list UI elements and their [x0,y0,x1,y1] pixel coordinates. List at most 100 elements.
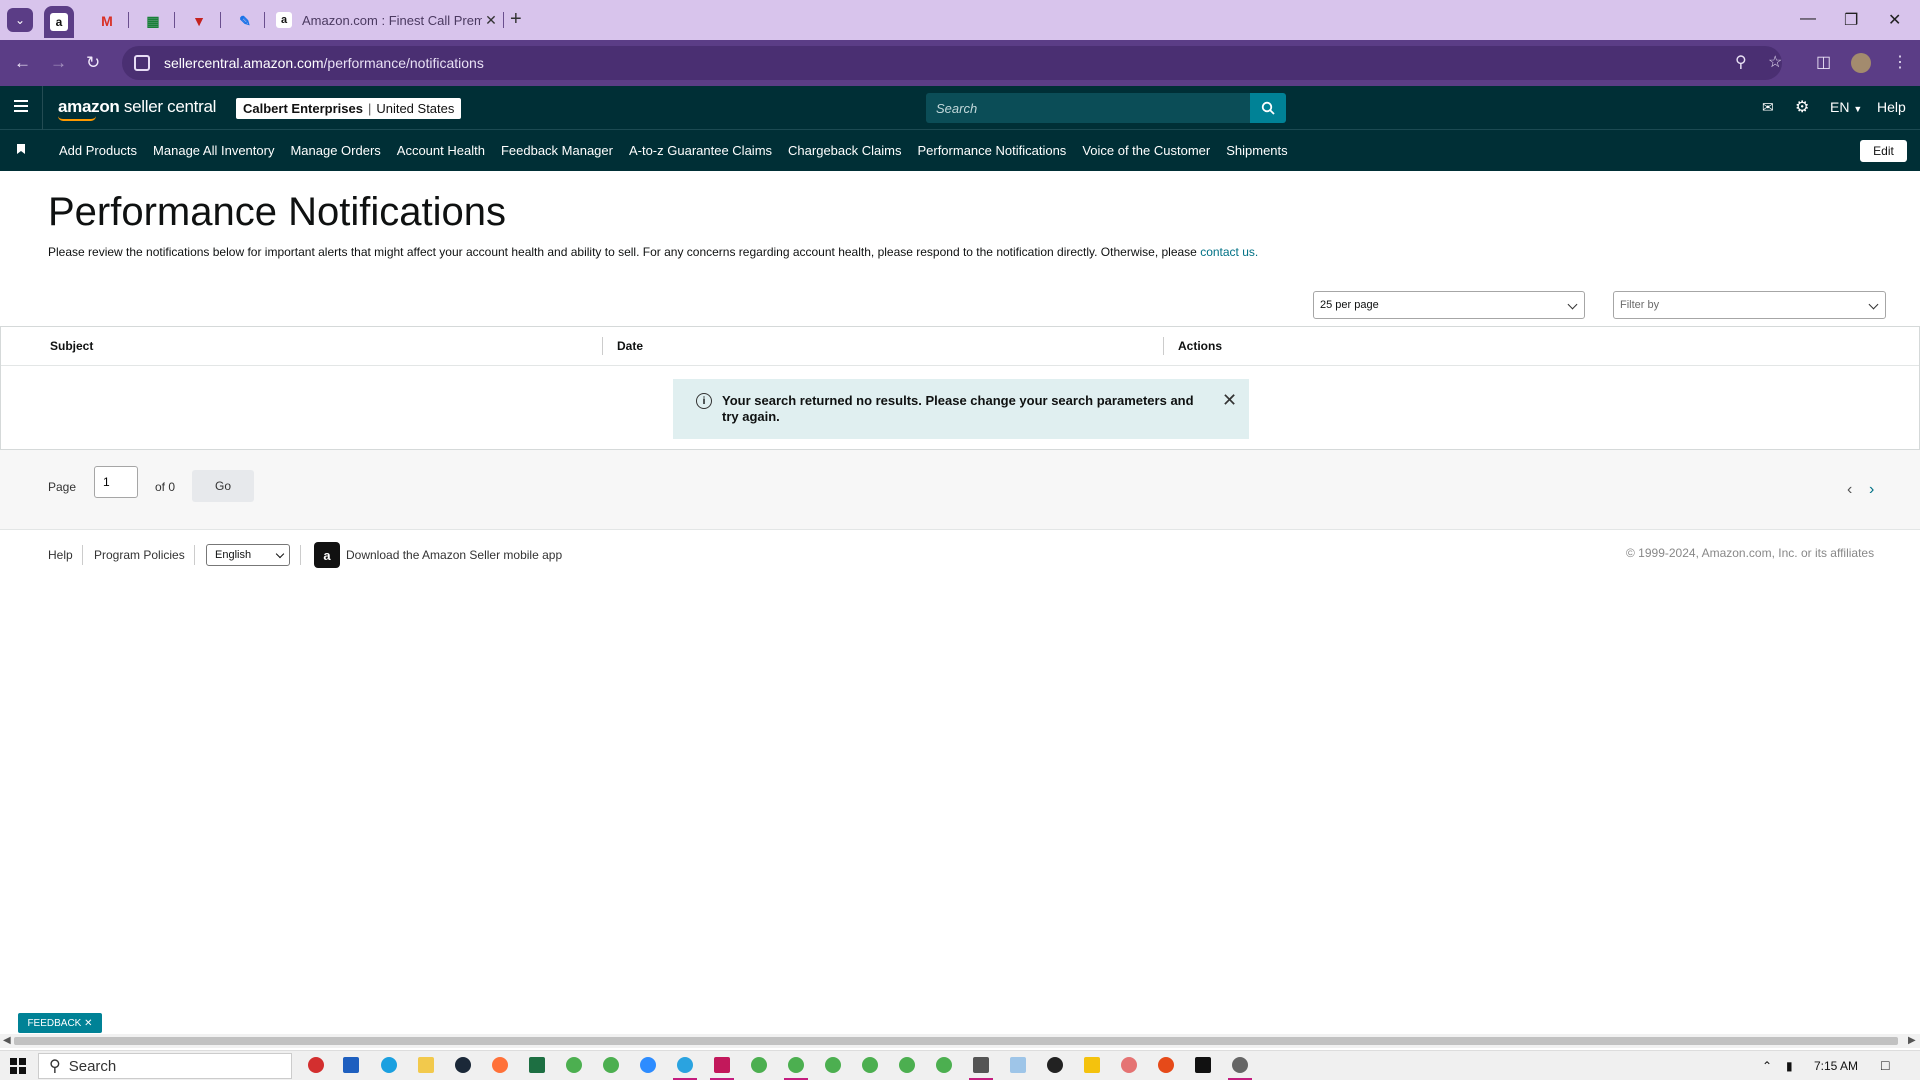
chrome-icon[interactable] [899,1057,915,1073]
mail-icon[interactable]: ✉ [1762,99,1774,116]
amazon-tab-icon[interactable]: a [44,6,74,38]
nav-shipments[interactable]: Shipments [1226,143,1287,158]
active-tab[interactable]: a Amazon.com : Finest Call Prem ✕ [268,8,500,32]
restore-icon[interactable]: ❐ [1844,10,1858,30]
battery-icon[interactable]: ▮ [1786,1059,1793,1073]
horizontal-scrollbar[interactable]: ◀ ▶ [0,1034,1920,1048]
app-icon[interactable] [1195,1057,1211,1073]
feedback-close-icon[interactable]: ✕ [84,1018,92,1029]
back-icon[interactable]: ← [14,53,31,73]
windows-start-icon[interactable] [10,1058,26,1074]
chrome-icon[interactable] [825,1057,841,1073]
snipping-tool-icon[interactable] [1121,1057,1137,1073]
page-total: of 0 [155,480,176,494]
chrome-icon[interactable] [862,1057,878,1073]
gmail-tab-icon[interactable]: M [92,8,122,34]
settings-gear-icon[interactable]: ⚙ [1795,97,1809,117]
pencil-tab-icon[interactable]: ✎ [230,8,260,34]
clock-time[interactable]: 7:15 AM [1814,1059,1858,1073]
excel-icon[interactable] [529,1057,545,1073]
program-policies-link[interactable]: Program Policies [94,548,185,562]
tray-chevron-up-icon[interactable]: ⌃ [1762,1059,1772,1073]
scroll-right-icon[interactable]: ▶ [1908,1035,1916,1046]
nav-add-products[interactable]: Add Products [59,143,137,158]
page-number-input[interactable] [94,466,138,498]
zoom-icon[interactable]: ⚲ [1735,52,1747,72]
window-close-icon[interactable]: ✕ [1888,10,1901,30]
url-field[interactable]: sellercentral.amazon.com/performance/not… [122,46,1782,80]
nav-chargeback-claims[interactable]: Chargeback Claims [788,143,901,158]
column-date[interactable]: Date [617,339,643,353]
sheets-tab-icon[interactable]: ▦ [138,8,168,34]
app-icon[interactable] [714,1057,730,1073]
previous-page-icon[interactable]: ‹ [1847,481,1852,499]
download-app-link[interactable]: Download the Amazon Seller mobile app [346,548,562,562]
side-panel-icon[interactable]: ◫ [1816,52,1831,72]
nav-manage-all-inventory[interactable]: Manage All Inventory [153,143,274,158]
zoom-app-icon[interactable] [640,1057,656,1073]
header-search-input[interactable] [936,100,1236,116]
app-record-icon[interactable] [308,1057,324,1073]
contact-us-link[interactable]: contact us. [1200,245,1258,259]
tab-separator [503,12,504,28]
chrome-icon[interactable] [566,1057,582,1073]
chrome-icon[interactable] [788,1057,804,1073]
scroll-left-icon[interactable]: ◀ [3,1035,11,1046]
notepad-icon[interactable] [1010,1057,1026,1073]
edge-browser-icon[interactable] [381,1057,397,1073]
site-info-icon[interactable] [134,55,150,71]
profile-avatar[interactable] [1851,53,1871,73]
nav-voice-of-customer[interactable]: Voice of the Customer [1082,143,1210,158]
address-bar-row: ← → ↻ sellercentral.amazon.com/performan… [0,40,1920,86]
seller-central-logo[interactable]: amazon seller central [58,97,216,121]
tab-search-chevron-icon[interactable]: ⌄ [7,8,33,32]
chrome-icon[interactable] [936,1057,952,1073]
chrome-icon[interactable] [751,1057,767,1073]
steam-icon[interactable] [455,1057,471,1073]
telegram-icon[interactable] [677,1057,693,1073]
shield-tab-icon[interactable]: ▼ [184,8,214,34]
per-page-select[interactable]: 25 per page [1313,291,1585,319]
minimize-icon[interactable]: — [1800,10,1816,28]
reload-icon[interactable]: ↻ [86,53,100,73]
go-button[interactable]: Go [192,470,254,502]
taskbar-search[interactable]: ⚲ Search [38,1053,292,1079]
column-divider [602,337,603,355]
column-subject[interactable]: Subject [50,339,93,353]
sticky-notes-icon[interactable] [1084,1057,1100,1073]
calculator-icon[interactable] [973,1057,989,1073]
calendar-app-icon[interactable] [343,1057,359,1073]
nav-manage-orders[interactable]: Manage Orders [290,143,380,158]
notifications-icon[interactable]: □ [1881,1057,1889,1073]
settings-gear-icon[interactable] [1232,1057,1248,1073]
bookmark-icon[interactable] [17,144,25,154]
scrollbar-thumb[interactable] [14,1037,1898,1045]
account-switcher[interactable]: Calbert Enterprises | United States [236,98,462,119]
bookmark-star-icon[interactable]: ☆ [1768,52,1782,72]
account-region: United States [376,101,455,116]
nav-performance-notifications[interactable]: Performance Notifications [917,143,1066,158]
footer-help-link[interactable]: Help [48,548,73,562]
close-icon[interactable]: ✕ [1222,390,1237,411]
tab-close-icon[interactable]: ✕ [482,12,500,29]
filter-select[interactable]: Filter by [1613,291,1886,319]
help-link[interactable]: Help [1877,99,1906,115]
browser-menu-icon[interactable]: ⋮ [1892,52,1908,72]
search-button[interactable] [1250,93,1286,123]
edit-nav-button[interactable]: Edit [1860,140,1907,162]
hamburger-menu-icon[interactable] [14,100,28,102]
forward-icon[interactable]: → [50,53,67,73]
file-explorer-icon[interactable] [418,1057,434,1073]
language-selector[interactable]: EN ▼ [1830,99,1862,115]
chrome-icon[interactable] [603,1057,619,1073]
nav-account-health[interactable]: Account Health [397,143,485,158]
obs-icon[interactable] [1047,1057,1063,1073]
nav-a-to-z-claims[interactable]: A-to-z Guarantee Claims [629,143,772,158]
feedback-button[interactable]: FEEDBACK ✕ [18,1013,102,1033]
firefox-icon[interactable] [492,1057,508,1073]
new-tab-icon[interactable]: + [510,8,522,31]
nav-feedback-manager[interactable]: Feedback Manager [501,143,613,158]
app-icon[interactable] [1158,1057,1174,1073]
footer-language-select[interactable]: English [206,544,290,566]
next-page-icon[interactable]: › [1869,481,1874,499]
